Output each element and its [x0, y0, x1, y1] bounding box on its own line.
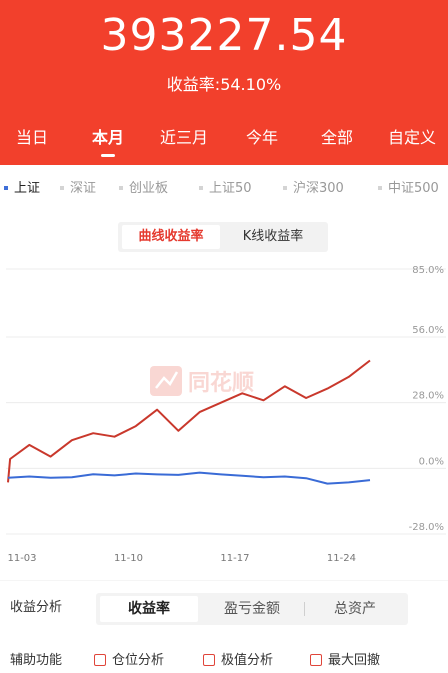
checkbox-icon	[203, 653, 215, 666]
position-analysis-checkbox[interactable]: 仓位分析	[94, 649, 164, 673]
index-tab-label: 中证500	[388, 181, 439, 196]
index-dot-icon	[119, 185, 123, 190]
return-rate-row: 收益率:54.10%	[0, 73, 448, 97]
return-chart[interactable]: 同花顺 85.0% 56.0% 28.0% 0.0% -28.0% 11-03 11-10…	[0, 258, 448, 568]
analysis-tab-profit-loss[interactable]: 盈亏金额	[202, 596, 302, 622]
y-tick-label: 85.0%	[412, 265, 444, 276]
y-tick-label: 0.0%	[419, 456, 444, 467]
analysis-tabs: 收益率 盈亏金额 总资产	[96, 593, 408, 625]
index-tab-shenzhen[interactable]: 深证	[60, 176, 96, 202]
tab-this-year[interactable]: 今年	[246, 122, 278, 154]
y-tick-label: -28.0%	[409, 522, 444, 533]
x-tick-label: 11-17	[220, 553, 249, 564]
toggle-kline-return[interactable]: K线收益率	[222, 225, 324, 249]
checkbox-icon	[310, 653, 322, 666]
y-tick-label: 28.0%	[412, 391, 444, 402]
index-tab-csi300[interactable]: 沪深300	[283, 176, 344, 202]
index-tab-chinext[interactable]: 创业板	[119, 176, 168, 202]
index-dot-icon	[4, 185, 8, 190]
index-tab-label: 创业板	[129, 181, 169, 196]
x-tick-label: 11-10	[114, 553, 143, 564]
return-rate-label: 收益率:	[166, 75, 221, 94]
analysis-tab-return-rate[interactable]: 收益率	[100, 596, 198, 622]
y-tick-label: 56.0%	[412, 325, 444, 336]
series-line-index-return	[7, 471, 371, 485]
tab-custom[interactable]: 自定义	[388, 122, 436, 154]
x-tick-label: 11-03	[7, 553, 36, 564]
account-summary-header: 393227.54 收益率:54.10% 当日 本月 近三月 今年 全部 自定义	[0, 0, 448, 165]
index-dot-icon	[199, 185, 203, 190]
index-dot-icon	[378, 185, 382, 190]
index-tab-label: 深证	[70, 181, 97, 196]
index-tab-label: 沪深300	[293, 181, 344, 196]
total-asset-value: 393227.54	[100, 10, 348, 61]
y-axis-ticks: 85.0% 56.0% 28.0% 0.0% -28.0%	[409, 265, 444, 533]
toggle-curve-return[interactable]: 曲线收益率	[122, 225, 220, 249]
index-tab-label: 上证50	[209, 181, 252, 196]
checkbox-label: 极值分析	[221, 653, 274, 668]
checkbox-icon	[94, 653, 106, 666]
analysis-tab-divider	[304, 602, 305, 616]
active-tab-underline	[100, 154, 115, 157]
index-dot-icon	[283, 185, 287, 190]
tab-this-month-label: 本月	[91, 128, 125, 147]
period-tabs: 当日 本月 近三月 今年 全部 自定义	[0, 122, 448, 162]
chart-type-toggle: 曲线收益率 K线收益率	[118, 222, 328, 252]
extreme-analysis-checkbox[interactable]: 极值分析	[203, 649, 273, 673]
analysis-tab-total-assets[interactable]: 总资产	[306, 596, 404, 622]
index-tab-label: 上证	[14, 181, 41, 196]
index-tab-csi500[interactable]: 中证500	[378, 176, 439, 202]
aux-functions-label: 辅助功能	[10, 653, 63, 668]
watermark-text: 同花顺	[188, 370, 254, 396]
return-rate-value: 54.10%	[220, 75, 282, 94]
index-dot-icon	[60, 185, 64, 190]
tab-this-month[interactable]: 本月	[91, 122, 125, 157]
x-axis-ticks: 11-03 11-10 11-17 11-24	[7, 553, 355, 564]
tab-all[interactable]: 全部	[321, 122, 353, 154]
index-compare-tabs: 上证 深证 创业板 上证50 沪深300 中证500	[0, 176, 448, 202]
max-drawdown-checkbox[interactable]: 最大回撤	[310, 649, 380, 673]
tab-today[interactable]: 当日	[16, 122, 48, 154]
checkbox-label: 仓位分析	[112, 653, 165, 668]
checkbox-label: 最大回撤	[328, 653, 381, 668]
watermark-logo: 同花顺	[150, 366, 254, 396]
analysis-label: 收益分析	[10, 600, 63, 615]
index-tab-sse50[interactable]: 上证50	[199, 176, 252, 202]
return-chart-svg: 同花顺 85.0% 56.0% 28.0% 0.0% -28.0% 11-03 11-10…	[6, 265, 446, 564]
x-tick-label: 11-24	[327, 553, 356, 564]
section-divider	[0, 580, 448, 581]
tab-last-three-months[interactable]: 近三月	[160, 122, 208, 154]
index-tab-shanghai[interactable]: 上证	[4, 176, 40, 202]
